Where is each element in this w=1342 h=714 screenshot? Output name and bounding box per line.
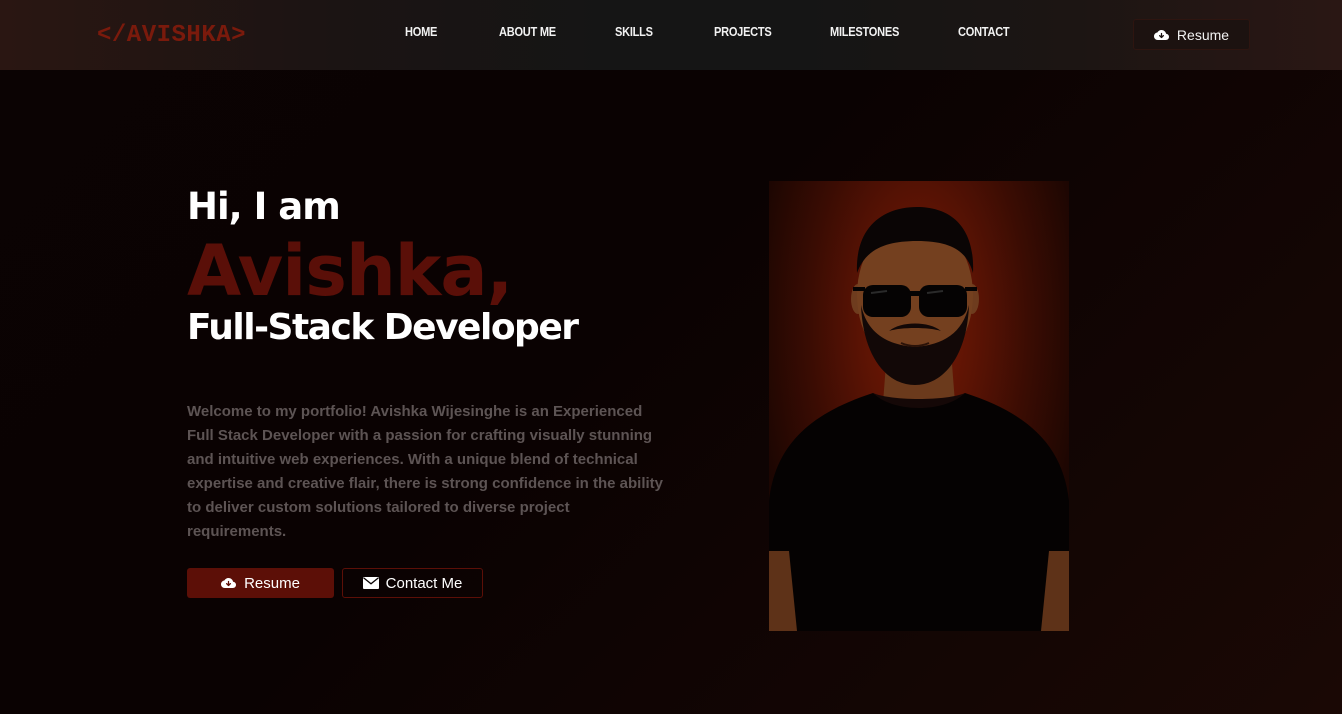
hero-resume-button[interactable]: Resume <box>187 568 334 598</box>
profile-photo <box>769 181 1069 631</box>
contact-me-button[interactable]: Contact Me <box>342 568 483 598</box>
nav-link-projects[interactable]: PROJECTS <box>714 24 772 39</box>
nav-link-skills[interactable]: SKILLS <box>615 24 653 39</box>
nav-resume-label: Resume <box>1176 26 1230 43</box>
hero-role: Full-Stack Developer <box>187 307 579 348</box>
hero-description: Welcome to my portfolio! Avishka Wijesin… <box>187 403 663 540</box>
nav-link-contact[interactable]: CONTACT <box>958 24 1010 39</box>
cloud-download-icon <box>1153 29 1169 40</box>
navbar: </AVISHKA> HOME ABOUT ME SKILLS PROJECTS… <box>0 0 1342 70</box>
hero-text: Hi, I am Avishka, Full-Stack Developer <box>187 180 667 354</box>
profile-portrait-illustration <box>769 207 1069 631</box>
hero-greeting: Hi, I am <box>187 185 341 228</box>
envelope-icon <box>362 577 379 589</box>
nav-resume-button[interactable]: Resume <box>1133 19 1250 50</box>
nav-link-about-me[interactable]: ABOUT ME <box>499 24 556 39</box>
contact-me-label: Contact Me <box>385 574 463 592</box>
hero-resume-label: Resume <box>244 574 300 592</box>
nav-link-home[interactable]: HOME <box>405 24 437 39</box>
cloud-download-icon <box>221 578 237 588</box>
nav-link-milestones[interactable]: MILESTONES <box>830 24 899 39</box>
portfolio-page: </AVISHKA> HOME ABOUT ME SKILLS PROJECTS… <box>0 0 1342 714</box>
